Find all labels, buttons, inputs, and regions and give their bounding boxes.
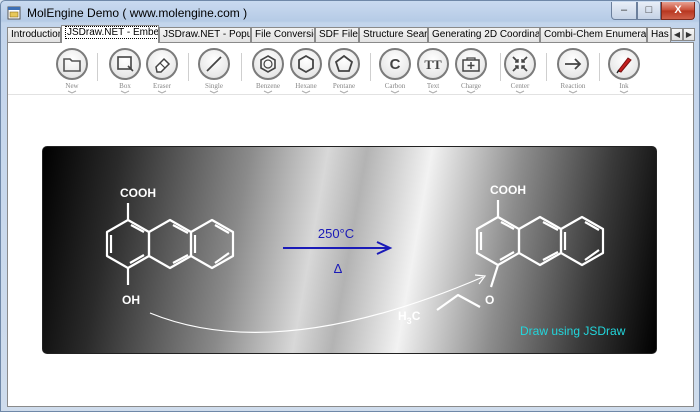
toolbar-separator — [370, 53, 371, 81]
single-bond-icon — [206, 56, 222, 72]
select-box-icon — [117, 56, 134, 72]
tool-label: Center — [510, 82, 530, 90]
carbon-icon: C — [390, 56, 401, 73]
tool-label: Ink — [619, 82, 629, 90]
product-cooh-label: COOH — [490, 183, 526, 197]
tool-label: Single — [205, 82, 223, 90]
ink-button[interactable]: Ink — [607, 48, 641, 94]
reaction-drawing: COOH OH 250°C Δ COOH O H3C Draw using JS… — [105, 183, 626, 338]
reaction-arrow-button[interactable]: Reaction — [556, 48, 590, 94]
center-icon — [512, 56, 528, 72]
pentane-icon — [334, 54, 354, 72]
drawing-canvas[interactable]: COOH OH 250°C Δ COOH O H3C Draw using JS… — [8, 95, 693, 406]
tab-label: Combi-Chem Enumeration — [544, 29, 647, 40]
window-title: MolEngine Demo ( www.molengine.com ) — [27, 6, 248, 20]
title-bar[interactable]: MolEngine Demo ( www.molengine.com ) – □… — [1, 1, 699, 25]
svg-text:C: C — [390, 56, 401, 73]
tab-strip: Introduction JSDraw.NET - Embed JSDraw.N… — [7, 25, 695, 43]
tab-structure-search[interactable]: Structure Search — [359, 27, 428, 42]
tab-file-conversion[interactable]: File Conversion — [251, 27, 315, 42]
tab-jsdraw-popup[interactable]: JSDraw.NET - Popup — [159, 27, 251, 42]
tool-label: New — [65, 82, 79, 90]
tab-label: SDF File — [319, 29, 358, 40]
reactant-oh-label: OH — [122, 293, 140, 307]
jsdraw-toolbar: New Box Eraser Single Benzene Hexane Pen… — [8, 43, 693, 95]
benzene-icon — [260, 55, 276, 73]
tab-label: Has — [651, 29, 669, 40]
toolbar-separator — [500, 53, 501, 81]
close-button[interactable]: X — [661, 2, 695, 20]
toolbar-separator — [546, 53, 547, 81]
toolbar-separator — [97, 53, 98, 81]
tab-scroll-left-button[interactable]: ◀ — [671, 28, 683, 41]
app-icon — [7, 6, 21, 20]
tab-page-jsdraw-embed: New Box Eraser Single Benzene Hexane Pen… — [7, 42, 694, 407]
toolbar-separator — [241, 53, 242, 81]
tab-jsdraw-embed[interactable]: JSDraw.NET - Embed — [61, 25, 159, 43]
tab-generating-2d-coordinates[interactable]: Generating 2D Coordinates — [428, 27, 540, 42]
reactant-cooh-label: COOH — [120, 186, 156, 200]
reaction-temperature-label: 250°C — [318, 226, 354, 241]
minimize-button[interactable]: – — [611, 2, 637, 20]
reaction-heat-label: Δ — [334, 261, 343, 276]
tab-label: Generating 2D Coordinates — [432, 29, 540, 40]
maximize-button[interactable]: □ — [637, 2, 661, 20]
curved-arrow — [149, 276, 484, 333]
tab-label: Structure Search — [363, 29, 428, 40]
tab-sdf-file[interactable]: SDF File — [315, 27, 359, 42]
product-methyl-label: H3C — [398, 309, 421, 326]
reaction-banner: COOH OH 250°C Δ COOH O H3C Draw using JS… — [42, 146, 657, 354]
tool-label: Pentane — [332, 82, 356, 90]
eraser-icon — [155, 57, 171, 73]
tab-label: Introduction — [11, 29, 61, 40]
eraser-button[interactable]: Eraser — [145, 48, 179, 94]
app-window: MolEngine Demo ( www.molengine.com ) – □… — [0, 0, 700, 412]
tab-label: JSDraw.NET - Embed — [65, 26, 158, 39]
folder-icon — [63, 58, 81, 72]
charge-button[interactable]: Charge — [454, 48, 488, 94]
charge-icon — [462, 57, 480, 72]
tab-introduction[interactable]: Introduction — [7, 27, 61, 42]
new-button[interactable]: New — [55, 48, 89, 94]
product-molecule — [436, 200, 605, 311]
tab-label: JSDraw.NET - Popup — [163, 29, 251, 40]
draw-using-jsdraw-caption: Draw using JSDraw — [520, 324, 626, 338]
text-icon: TT — [424, 57, 442, 72]
ink-pen-icon — [616, 57, 632, 74]
tool-label: Reaction — [560, 82, 586, 90]
center-button[interactable]: Center — [503, 48, 537, 94]
toolbar-separator — [188, 53, 189, 81]
tab-label: File Conversion — [255, 29, 314, 40]
reactant-molecule — [105, 203, 235, 285]
single-bond-button[interactable]: Single — [197, 48, 231, 94]
tool-label: Eraser — [153, 82, 171, 90]
reaction-arrow — [283, 241, 393, 255]
tab-has[interactable]: Has — [647, 27, 671, 42]
tab-combi-chem-enumeration[interactable]: Combi-Chem Enumeration — [540, 27, 647, 42]
product-ether-oxygen-label: O — [485, 293, 494, 307]
reaction-arrow-icon — [565, 58, 582, 70]
pentane-button[interactable]: Pentane — [327, 48, 361, 94]
tab-scroll-right-button[interactable]: ▶ — [683, 28, 695, 41]
hexane-icon — [298, 54, 314, 74]
svg-text:TT: TT — [424, 57, 442, 72]
toolbar-separator — [599, 53, 600, 81]
